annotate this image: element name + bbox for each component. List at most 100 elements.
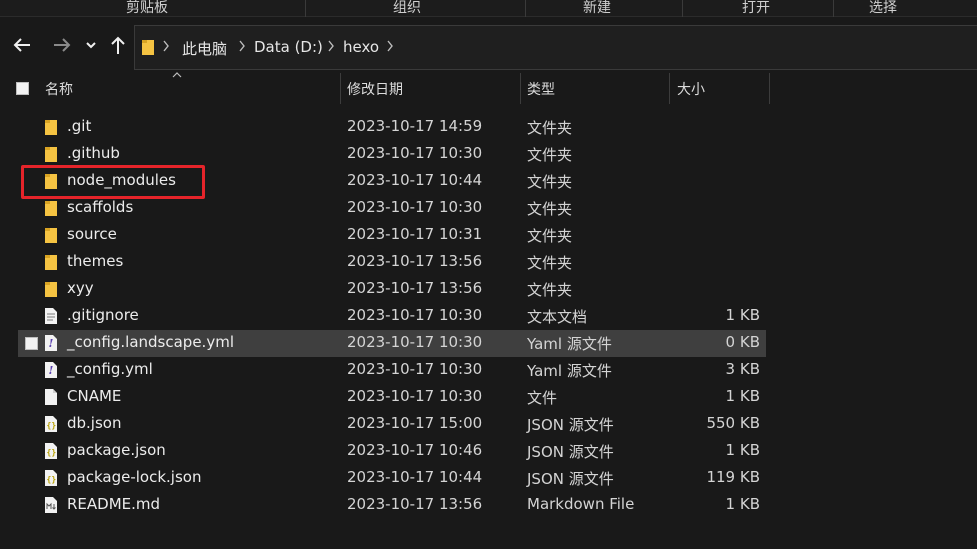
file-row[interactable]: scaffolds 2023-10-17 10:30 文件夹	[18, 195, 766, 222]
file-name: .gitignore	[67, 306, 139, 324]
forward-button[interactable]	[50, 31, 74, 59]
file-size: 1 KB	[725, 441, 760, 459]
folder-icon	[44, 118, 60, 136]
file-size: 3 KB	[725, 360, 760, 378]
file-row[interactable]: {} db.json 2023-10-17 15:00 JSON 源文件 550 KB	[18, 411, 766, 438]
json-file-icon: {}	[44, 469, 60, 487]
file-modified-date: 2023-10-17 10:30	[347, 144, 483, 162]
file-name: README.md	[67, 495, 161, 513]
file-size: 550 KB	[706, 414, 760, 432]
column-divider[interactable]	[340, 73, 341, 104]
chevron-right-icon	[239, 40, 245, 52]
breadcrumb-this-pc[interactable]: 此电脑	[182, 38, 227, 59]
file-size: 119 KB	[706, 468, 760, 486]
column-header-type[interactable]: 类型	[527, 79, 555, 99]
file-row[interactable]: ! _config.yml 2023-10-17 10:30 Yaml 源文件 3 KB	[18, 357, 766, 384]
breadcrumb-drive-d[interactable]: Data (D:)	[254, 38, 323, 56]
svg-text:!: !	[49, 364, 54, 377]
json-file-icon: {}	[44, 442, 60, 460]
file-name: _config.landscape.yml	[67, 333, 234, 351]
file-type: Yaml 源文件	[527, 335, 612, 353]
file-modified-date: 2023-10-17 13:56	[347, 279, 483, 297]
chevron-right-icon	[163, 40, 169, 52]
file-row[interactable]: .gitignore 2023-10-17 10:30 文本文档 1 KB	[18, 303, 766, 330]
column-divider[interactable]	[769, 73, 770, 104]
file-modified-date: 2023-10-17 10:46	[347, 441, 483, 459]
file-modified-date: 2023-10-17 15:00	[347, 414, 483, 432]
json-file-icon: {}	[44, 415, 60, 433]
file-name: .git	[67, 117, 92, 135]
select-all-checkbox[interactable]	[16, 82, 29, 95]
column-header-row: 名称 修改日期 类型 大小	[0, 72, 977, 105]
file-row[interactable]: source 2023-10-17 10:31 文件夹	[18, 222, 766, 249]
file-row[interactable]: {} package.json 2023-10-17 10:46 JSON 源文件 1 …	[18, 438, 766, 465]
file-size: 0 KB	[725, 333, 760, 351]
file-row[interactable]: ! _config.landscape.yml 2023-10-17 10:30 Ya…	[18, 330, 766, 357]
file-modified-date: 2023-10-17 13:56	[347, 252, 483, 270]
recent-locations-button[interactable]	[81, 31, 101, 59]
file-name: themes	[67, 252, 124, 270]
file-modified-date: 2023-10-17 10:44	[347, 468, 483, 486]
column-divider[interactable]	[520, 73, 521, 104]
file-modified-date: 2023-10-17 14:59	[347, 117, 483, 135]
file-row[interactable]: CNAME 2023-10-17 10:30 文件 1 KB	[18, 384, 766, 411]
folder-icon	[44, 226, 60, 244]
ribbon-group-new: 新建	[583, 0, 611, 16]
file-name: node_modules	[67, 171, 176, 189]
back-button[interactable]	[10, 31, 34, 59]
file-modified-date: 2023-10-17 10:30	[347, 333, 483, 351]
svg-text:{}: {}	[47, 448, 57, 457]
ribbon-group-bar: 剪贴板 组织 新建 打开 选择	[0, 0, 977, 17]
file-name: xyy	[67, 279, 94, 297]
folder-icon	[142, 40, 154, 55]
file-row[interactable]: themes 2023-10-17 13:56 文件夹	[18, 249, 766, 276]
file-row[interactable]: .git 2023-10-17 14:59 文件夹	[18, 114, 766, 141]
arrow-left-icon	[13, 38, 30, 52]
chevron-down-icon	[86, 42, 96, 49]
file-name: scaffolds	[67, 198, 134, 216]
address-bar[interactable]: 此电脑 Data (D:) hexo	[134, 25, 977, 70]
arrow-right-icon	[54, 38, 71, 52]
chevron-right-icon	[387, 40, 393, 52]
file-name: db.json	[67, 414, 122, 432]
file-row[interactable]: {} package-lock.json 2023-10-17 10:44 JSON …	[18, 465, 766, 492]
file-name: package-lock.json	[67, 468, 202, 486]
file-modified-date: 2023-10-17 10:31	[347, 225, 483, 243]
column-divider[interactable]	[669, 73, 670, 104]
ribbon-group-select: 选择	[869, 0, 897, 16]
breadcrumb-hexo[interactable]: hexo	[343, 38, 379, 56]
file-type: 文件夹	[527, 146, 573, 164]
svg-text:{}: {}	[47, 475, 57, 484]
row-checkbox[interactable]	[25, 337, 38, 350]
column-header-name[interactable]: 名称	[45, 79, 73, 99]
column-header-date[interactable]: 修改日期	[347, 79, 403, 99]
file-name: CNAME	[67, 387, 122, 405]
svg-text:{}: {}	[47, 421, 57, 430]
blank-file-icon	[44, 388, 60, 406]
navigation-bar: 此电脑 Data (D:) hexo	[0, 17, 977, 73]
ribbon-group-organize: 组织	[393, 0, 421, 16]
file-name: source	[67, 225, 117, 243]
file-modified-date: 2023-10-17 10:30	[347, 387, 483, 405]
file-size: 1 KB	[725, 306, 760, 324]
chevron-right-icon	[328, 40, 334, 52]
file-row[interactable]: node_modules 2023-10-17 10:44 文件夹	[18, 168, 766, 195]
file-type: 文件夹	[527, 281, 573, 299]
up-button[interactable]	[106, 31, 130, 59]
file-row[interactable]: xyy 2023-10-17 13:56 文件夹	[18, 276, 766, 303]
file-type: 文件夹	[527, 254, 573, 272]
file-row[interactable]: README.md 2023-10-17 13:56 Markdown File 1 …	[18, 492, 766, 519]
file-row[interactable]: .github 2023-10-17 10:30 文件夹	[18, 141, 766, 168]
text-file-icon	[44, 307, 60, 325]
sort-ascending-icon	[172, 72, 182, 78]
file-type: Yaml 源文件	[527, 362, 612, 380]
file-size: 1 KB	[725, 495, 760, 513]
ribbon-divider	[305, 0, 306, 17]
file-modified-date: 2023-10-17 10:30	[347, 198, 483, 216]
file-modified-date: 2023-10-17 10:44	[347, 171, 483, 189]
file-size: 1 KB	[725, 387, 760, 405]
folder-icon	[44, 172, 60, 190]
file-type: 文件夹	[527, 173, 573, 191]
folder-icon	[44, 253, 60, 271]
column-header-size[interactable]: 大小	[677, 79, 705, 99]
